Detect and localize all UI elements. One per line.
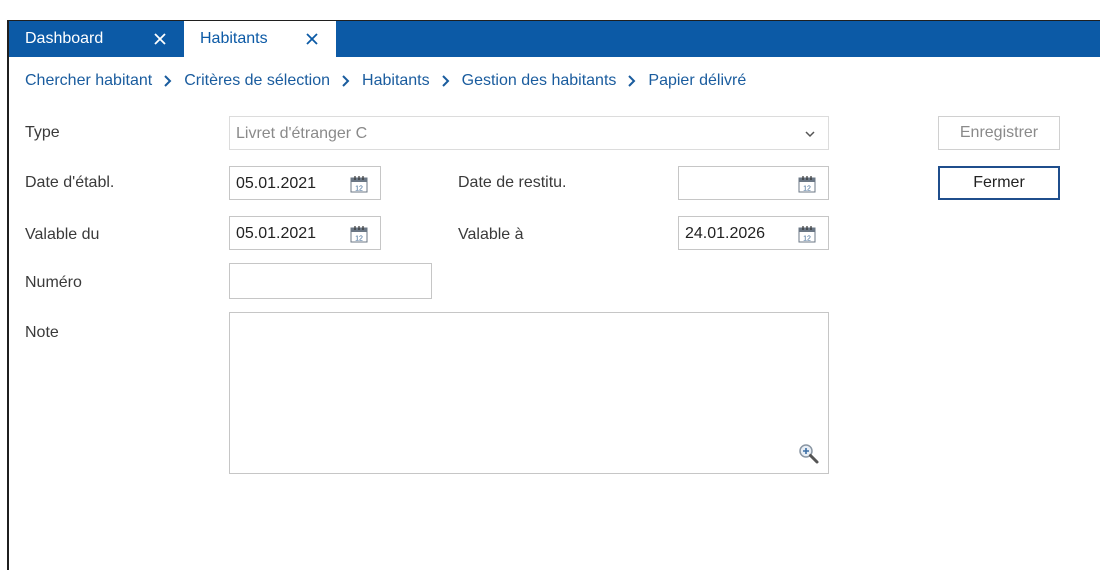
close-button[interactable]: Fermer <box>938 166 1060 200</box>
tab-habitants[interactable]: Habitants <box>184 21 336 57</box>
type-label: Type <box>25 124 60 141</box>
date-restitu-input[interactable]: 12 <box>678 166 829 200</box>
calendar-icon[interactable]: 12 <box>798 175 816 193</box>
type-select[interactable]: Livret d'étranger C <box>229 116 829 150</box>
valable-du-value: 05.01.2021 <box>236 225 317 242</box>
valable-a-label: Valable à <box>458 226 524 243</box>
calendar-icon[interactable]: 12 <box>350 225 368 243</box>
zoom-in-icon[interactable] <box>798 443 820 465</box>
svg-text:12: 12 <box>803 186 811 193</box>
date-etabl-value: 05.01.2021 <box>236 175 317 192</box>
chevron-right-icon <box>164 75 172 87</box>
tab-bar: Dashboard Habitants <box>9 21 1100 57</box>
chevron-down-icon[interactable] <box>804 130 816 138</box>
breadcrumb-papier-delivre[interactable]: Papier délivré <box>648 72 746 90</box>
close-icon[interactable] <box>150 29 170 49</box>
valable-du-input[interactable]: 05.01.2021 12 <box>229 216 381 250</box>
chevron-right-icon <box>628 75 636 87</box>
note-textarea[interactable] <box>229 312 829 474</box>
save-button[interactable]: Enregistrer <box>938 116 1060 150</box>
breadcrumb: Chercher habitant Critères de sélection … <box>25 70 746 92</box>
window-frame <box>7 20 1100 570</box>
date-restitu-label: Date de restitu. <box>458 174 567 191</box>
svg-text:12: 12 <box>803 236 811 243</box>
note-label: Note <box>25 324 59 341</box>
valable-a-input[interactable]: 24.01.2026 12 <box>678 216 829 250</box>
chevron-right-icon <box>342 75 350 87</box>
valable-du-label: Valable du <box>25 226 100 243</box>
breadcrumb-habitants[interactable]: Habitants <box>362 72 430 90</box>
numero-input[interactable] <box>229 263 432 299</box>
date-etabl-label: Date d'établ. <box>25 174 115 191</box>
calendar-icon[interactable]: 12 <box>350 175 368 193</box>
date-etabl-input[interactable]: 05.01.2021 12 <box>229 166 381 200</box>
numero-label: Numéro <box>25 274 82 291</box>
breadcrumb-chercher-habitant[interactable]: Chercher habitant <box>25 72 152 90</box>
valable-a-value: 24.01.2026 <box>685 225 766 242</box>
svg-text:12: 12 <box>355 186 363 193</box>
type-value: Livret d'étranger C <box>236 125 368 142</box>
calendar-icon[interactable]: 12 <box>798 225 816 243</box>
chevron-right-icon <box>441 75 450 87</box>
tab-label: Habitants <box>200 30 268 47</box>
breadcrumb-criteres-selection[interactable]: Critères de sélection <box>184 72 330 90</box>
tab-label: Dashboard <box>25 30 104 47</box>
svg-text:12: 12 <box>355 236 363 243</box>
tab-dashboard[interactable]: Dashboard <box>9 21 184 57</box>
close-icon[interactable] <box>302 29 322 49</box>
breadcrumb-gestion-habitants[interactable]: Gestion des habitants <box>462 72 617 90</box>
